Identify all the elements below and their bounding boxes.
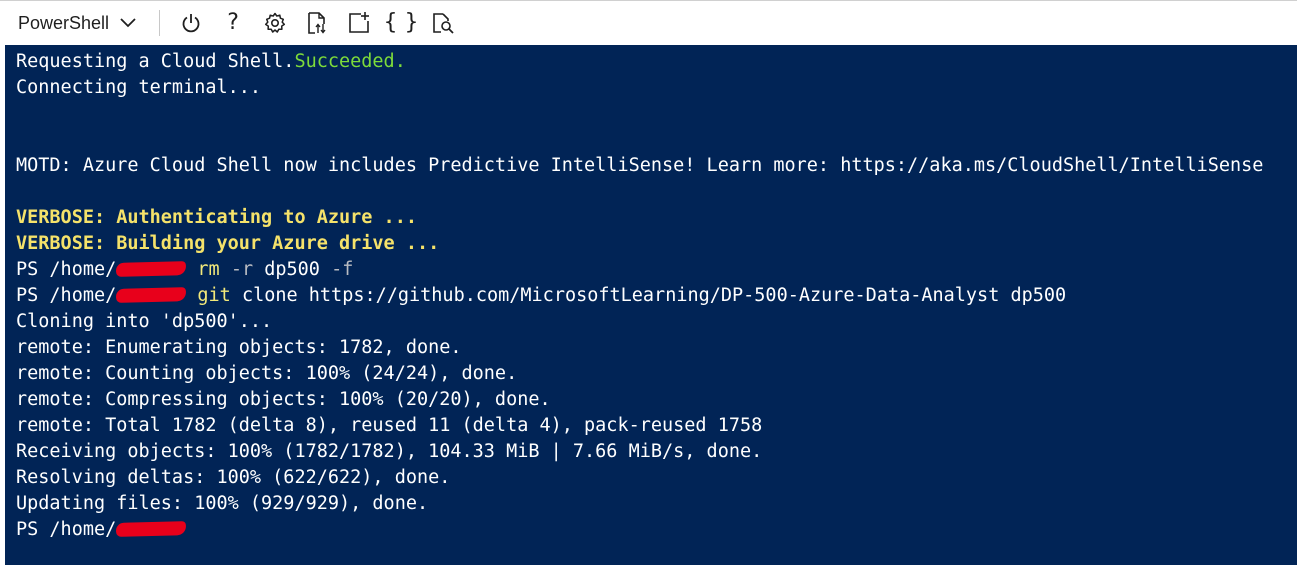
output-line: Resolving deltas: 100% (622/622), done. — [16, 467, 451, 488]
toolbar-divider — [159, 10, 161, 36]
shell-type-label: PowerShell — [18, 12, 110, 33]
redaction-mark — [116, 521, 187, 537]
terminal-line: Requesting a Cloud Shell.Succeeded. — [16, 49, 1297, 75]
terminal-output[interactable]: Requesting a Cloud Shell.Succeeded. Conn… — [5, 45, 1297, 565]
command-flag: -f — [331, 259, 354, 280]
command-name: git — [197, 285, 231, 306]
shell-type-dropdown[interactable]: PowerShell — [0, 1, 145, 45]
editor-button[interactable]: { } — [380, 1, 422, 45]
prompt: PS /home/ — [16, 519, 117, 540]
cloud-shell-toolbar: PowerShell ? {} — [0, 0, 1297, 45]
editor-icon: { } — [383, 10, 419, 35]
command-args: dp500 — [264, 259, 320, 280]
prompt: PS /home/ — [16, 285, 117, 306]
restart-icon — [180, 12, 202, 34]
verbose-line: VERBOSE: Authenticating to Azure ... — [16, 207, 417, 228]
new-session-icon — [347, 11, 371, 35]
prompt: PS /home/ — [16, 259, 117, 280]
redaction-mark — [116, 261, 187, 277]
output-line: remote: Total 1782 (delta 8), reused 11 … — [16, 415, 763, 436]
output-line: Updating files: 100% (929/929), done. — [16, 493, 429, 514]
verbose-line: VERBOSE: Building your Azure drive ... — [16, 233, 440, 254]
output-line: Cloning into 'dp500'... — [16, 311, 273, 332]
command-line: PS /home/ rm -r dp500 -f — [16, 257, 1297, 283]
chevron-down-icon — [119, 17, 137, 29]
help-button[interactable]: ? — [212, 1, 254, 45]
motd-line: MOTD: Azure Cloud Shell now includes Pre… — [16, 155, 1264, 176]
terminal-line: Connecting terminal... — [16, 77, 262, 98]
output-line: remote: Counting objects: 100% (24/24), … — [16, 363, 518, 384]
request-text: Requesting a Cloud Shell. — [16, 51, 295, 72]
settings-icon — [263, 11, 287, 35]
output-line: remote: Compressing objects: 100% (20/20… — [16, 389, 551, 410]
web-preview-icon — [431, 11, 455, 35]
new-session-button[interactable] — [338, 1, 380, 45]
restart-button[interactable] — [170, 1, 212, 45]
prompt-line[interactable]: PS /home/ — [16, 517, 1297, 543]
upload-download-button[interactable] — [296, 1, 338, 45]
redaction-mark — [116, 287, 187, 303]
output-line: Receiving objects: 100% (1782/1782), 104… — [16, 441, 763, 462]
command-line: PS /home/ git clone https://github.com/M… — [16, 283, 1297, 309]
settings-button[interactable] — [254, 1, 296, 45]
success-status: Succeeded. — [294, 51, 406, 72]
upload-download-icon — [306, 11, 328, 35]
command-param: -r — [230, 259, 254, 280]
web-preview-button[interactable] — [422, 1, 464, 45]
command-name: rm — [197, 259, 220, 280]
command-args: clone https://github.com/MicrosoftLearni… — [241, 285, 1067, 306]
help-icon: ? — [227, 10, 239, 35]
output-line: remote: Enumerating objects: 1782, done. — [16, 337, 462, 358]
